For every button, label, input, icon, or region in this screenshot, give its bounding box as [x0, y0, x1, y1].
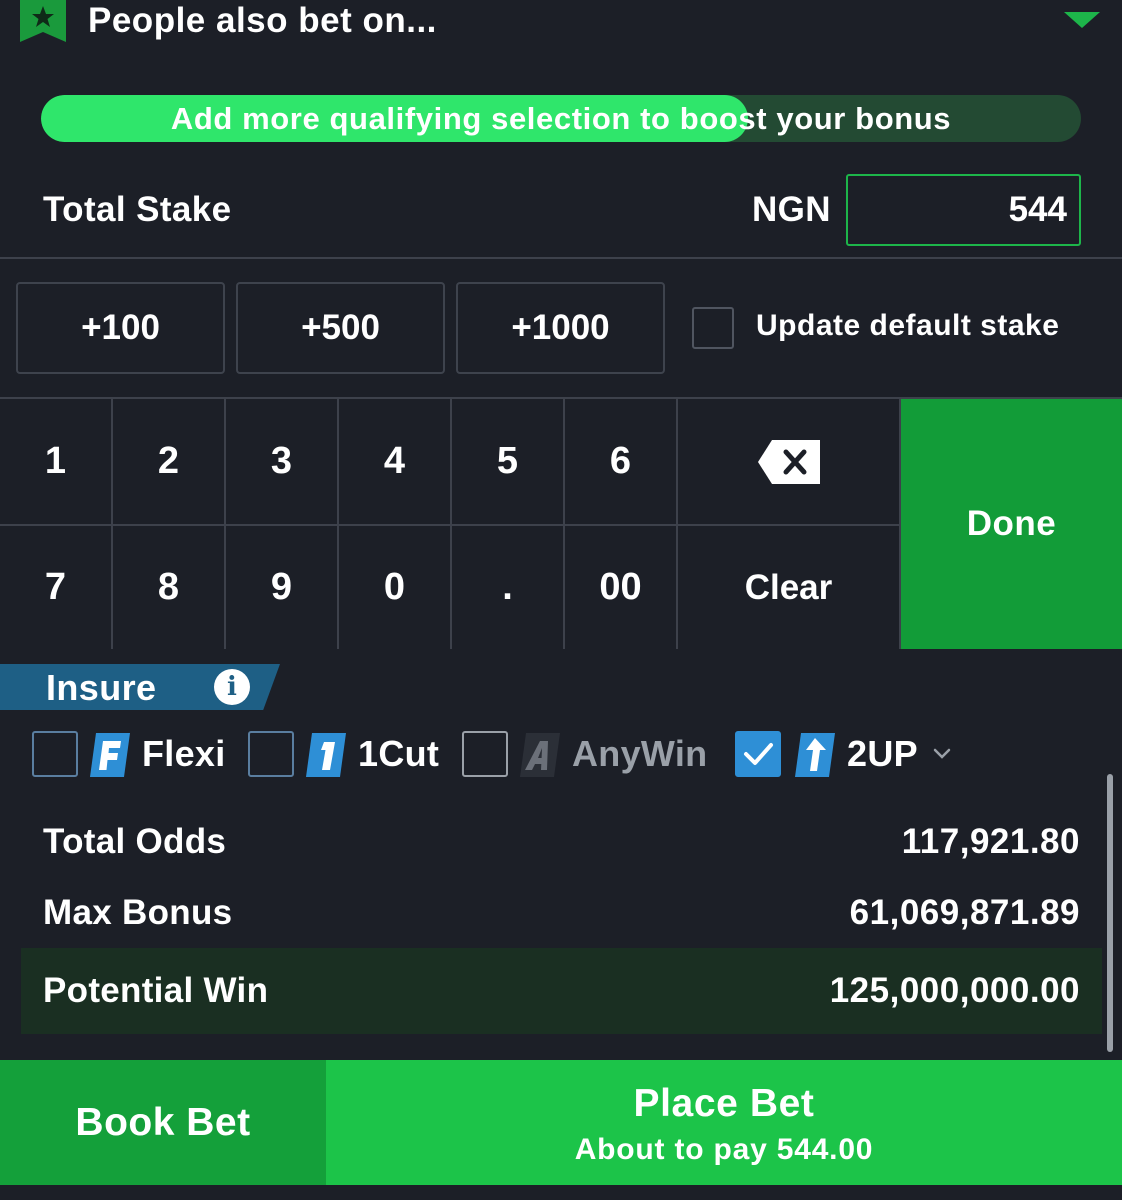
scrollbar[interactable] [1107, 774, 1113, 1052]
total-stake-label: Total Stake [43, 190, 232, 229]
onecut-checkbox[interactable] [248, 731, 294, 777]
bonus-boost-progress: Add more qualifying selection to boost y… [41, 95, 1081, 142]
onecut-icon [306, 733, 346, 777]
place-bet-button[interactable]: Place Bet About to pay 544.00 [326, 1060, 1122, 1185]
onecut-label[interactable]: 1Cut [358, 733, 439, 775]
key-8[interactable]: 8 [113, 524, 226, 649]
key-6[interactable]: 6 [565, 399, 678, 524]
potential-win-value: 125,000,000.00 [829, 971, 1080, 1010]
insure-label: Insure [46, 667, 157, 708]
twoup-label[interactable]: 2UP [847, 733, 918, 775]
clear-key[interactable]: Clear [678, 524, 901, 649]
backspace-key[interactable] [678, 399, 901, 524]
key-decimal[interactable]: . [452, 524, 565, 649]
collapse-caret-icon[interactable] [1064, 12, 1100, 28]
numeric-keypad: 1 2 3 4 5 6 7 8 9 0 . 00 Clear Done [0, 397, 1122, 649]
key-4[interactable]: 4 [339, 399, 452, 524]
people-also-bet-title[interactable]: People also bet on... [88, 0, 437, 42]
place-bet-label: Place Bet [633, 1082, 815, 1125]
bookmark-star-icon [20, 0, 66, 42]
key-3[interactable]: 3 [226, 399, 339, 524]
potential-win-label: Potential Win [43, 971, 269, 1010]
book-bet-button[interactable]: Book Bet [0, 1060, 326, 1185]
key-0[interactable]: 0 [339, 524, 452, 649]
anywin-label[interactable]: AnyWin [572, 733, 707, 775]
info-icon[interactable]: i [214, 669, 250, 705]
key-1[interactable]: 1 [0, 399, 113, 524]
key-5[interactable]: 5 [452, 399, 565, 524]
key-double-zero[interactable]: 00 [565, 524, 678, 649]
twoup-icon [795, 733, 835, 777]
flexi-label[interactable]: Flexi [142, 733, 226, 775]
update-default-stake-checkbox[interactable] [692, 307, 734, 349]
bonus-boost-text: Add more qualifying selection to boost y… [170, 101, 952, 136]
done-button[interactable]: Done [901, 399, 1122, 649]
flexi-icon [90, 733, 130, 777]
key-2[interactable]: 2 [113, 399, 226, 524]
bottom-strip [0, 1185, 1122, 1200]
checkmark-icon [744, 743, 773, 765]
anywin-checkbox[interactable] [462, 731, 508, 777]
total-odds-label: Total Odds [43, 822, 227, 861]
quick-stake-500-button[interactable]: +500 [236, 282, 445, 374]
max-bonus-value: 61,069,871.89 [849, 893, 1080, 932]
key-7[interactable]: 7 [0, 524, 113, 649]
quick-stake-1000-button[interactable]: +1000 [456, 282, 665, 374]
place-bet-amount: About to pay 544.00 [574, 1133, 874, 1166]
quick-stake-100-button[interactable]: +100 [16, 282, 225, 374]
anywin-icon [520, 733, 560, 777]
stake-input[interactable] [846, 174, 1081, 246]
flexi-checkbox[interactable] [32, 731, 78, 777]
currency-label: NGN [752, 190, 831, 229]
update-default-stake-label[interactable]: Update default stake [756, 309, 1059, 343]
key-9[interactable]: 9 [226, 524, 339, 649]
divider [0, 257, 1122, 259]
chevron-down-icon[interactable] [932, 747, 952, 761]
backspace-icon [757, 439, 820, 484]
total-odds-value: 117,921.80 [901, 822, 1080, 861]
max-bonus-label: Max Bonus [43, 893, 233, 932]
twoup-checkbox[interactable] [735, 731, 781, 777]
